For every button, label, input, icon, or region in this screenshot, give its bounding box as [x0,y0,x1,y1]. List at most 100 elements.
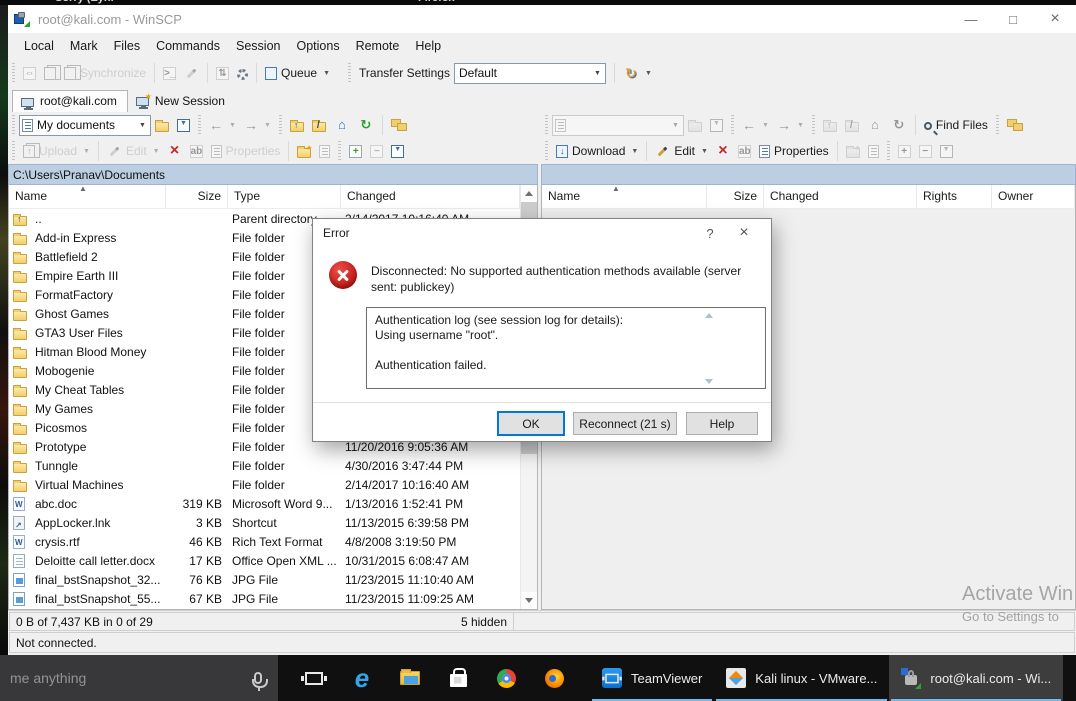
preferences-button[interactable] [233,65,252,82]
reconnect-button[interactable]: Reconnect (21 s) [573,412,677,435]
menu-options[interactable]: Options [288,35,347,57]
remote-directory-select[interactable]: ▼ [552,115,684,136]
taskbar-app-teamviewer[interactable]: TeamViewer [590,655,714,701]
file-row[interactable]: final_bstSnapshot_55...67 KBJPG File11/2… [9,589,520,608]
local-refresh-button[interactable]: ↻ [354,115,378,135]
remote-select-button[interactable]: + [894,142,915,160]
menu-commands[interactable]: Commands [148,35,228,57]
download-button[interactable]: Download▼ [552,142,642,160]
local-properties-button[interactable]: Properties [207,142,285,160]
file-row[interactable]: abc.doc319 KBMicrosoft Word 9...1/13/201… [9,494,520,513]
column-header-name[interactable]: Name ▲ [9,185,166,208]
file-row[interactable]: TunngleFile folder4/30/2016 3:47:44 PM [9,456,520,475]
local-open-directory-button[interactable] [151,116,173,134]
local-new-folder-button[interactable] [293,142,315,160]
dialog-help-icon[interactable]: ? [693,226,727,241]
toolbar-grip[interactable] [12,63,15,83]
close-button[interactable]: × [1034,5,1076,33]
local-root-directory-button[interactable] [308,116,330,134]
local-tree-button[interactable] [387,116,411,134]
maximize-button[interactable]: □ [992,5,1034,33]
upload-button[interactable]: Upload▼ [19,142,94,160]
remote-unselect-button[interactable]: − [915,142,936,160]
column-header-changed[interactable]: Changed [764,185,917,208]
edge-button[interactable]: e [338,655,386,701]
taskbar-app-vmware[interactable]: Kali linux - VMware... [714,655,889,701]
remote-new-file-button[interactable] [864,142,883,160]
firefox-button[interactable] [530,655,578,701]
transfer-settings-select[interactable]: Default ▼ [454,63,606,84]
dialog-close-icon[interactable]: × [727,224,761,242]
remote-root-directory-button[interactable] [841,116,863,134]
local-filter-button[interactable] [173,116,194,134]
remote-rename-button[interactable]: ab [734,142,755,160]
remote-forward-button[interactable]: →▼ [773,115,808,135]
local-unselect-button[interactable]: − [366,142,387,160]
hidden-files-count[interactable]: 5 hidden [461,615,507,629]
remote-back-button[interactable]: ←▼ [738,115,773,135]
local-select-button[interactable]: + [345,142,366,160]
scroll-down-arrow[interactable] [521,592,537,609]
menu-mark[interactable]: Mark [62,35,106,57]
file-row[interactable]: Virtual MachinesFile folder2/14/2017 10:… [9,475,520,494]
column-header-changed[interactable]: Changed [341,185,520,208]
column-header-size[interactable]: Size [707,185,764,208]
menu-help[interactable]: Help [407,35,449,57]
remote-parent-directory-button[interactable] [819,116,841,134]
dock-button[interactable]: ⇔ [19,64,40,82]
synchronize-button[interactable]: Synchronize [60,64,150,82]
local-forward-button[interactable]: →▼ [240,115,275,135]
local-edit-button[interactable]: Edit▼ [103,142,164,161]
file-explorer-button[interactable] [386,655,434,701]
taskbar-app-winscp[interactable]: root@kali.com - Wi... [889,655,1063,701]
find-files-button[interactable]: Find Files [920,116,992,134]
remote-delete-button[interactable]: × [712,141,734,161]
log-scroll-up-icon[interactable] [705,313,713,318]
column-header-owner[interactable]: Owner [992,185,1075,208]
remote-filter-button[interactable] [706,116,727,134]
local-new-file-button[interactable] [315,142,334,160]
file-row[interactable]: AppLocker.lnk3 KBShortcut11/13/2015 6:39… [9,513,520,532]
remote-properties-button[interactable]: Properties [755,142,833,160]
new-session-tab[interactable]: New Session [128,90,235,112]
local-drive-select[interactable]: My documents ▼ [19,115,151,136]
file-row[interactable]: final_bstSnapshot_32...76 KBJPG File11/2… [9,570,520,589]
menu-session[interactable]: Session [228,35,288,57]
remote-refresh-button[interactable]: ↻ [887,115,911,135]
menu-remote[interactable]: Remote [348,35,408,57]
store-button[interactable] [434,655,482,701]
toolbar-grip[interactable] [348,63,351,83]
file-row[interactable]: Deloitte call letter.docx17 KBOffice Ope… [9,551,520,570]
remote-tree-button[interactable] [1003,116,1027,134]
remote-selection-filter-button[interactable] [936,142,957,160]
help-button[interactable]: Help [686,412,758,435]
microphone-icon[interactable] [254,672,262,684]
local-parent-directory-button[interactable] [286,116,308,134]
chrome-button[interactable] [482,655,530,701]
queue-button[interactable]: Queue ▼ [261,64,334,82]
refresh-remote-button[interactable]: ⇅ [212,64,233,82]
compare-directories-button[interactable] [40,64,60,82]
console-button[interactable]: >_ [159,64,180,82]
menu-files[interactable]: Files [106,35,148,57]
remote-path-bar[interactable] [541,164,1076,185]
task-view-button[interactable] [290,655,338,701]
transfer-options-button[interactable]: ↻ ▼ [619,63,656,84]
column-header-rights[interactable]: Rights [917,185,992,208]
local-delete-button[interactable]: × [164,141,186,161]
local-path-bar[interactable]: C:\Users\Pranav\Documents [8,164,538,185]
log-scroll-down-icon[interactable] [705,379,713,384]
ok-button[interactable]: OK [498,412,564,435]
local-back-button[interactable]: ←▼ [205,115,240,135]
column-header-type[interactable]: Type [228,185,341,208]
taskbar-search-box[interactable]: me anything [0,655,278,701]
scroll-up-arrow[interactable] [521,185,537,202]
column-header-size[interactable]: Size [166,185,228,208]
file-row[interactable]: crysis.rtf46 KBRich Text Format4/8/2008 … [9,532,520,551]
column-header-name[interactable]: Name ▲ [542,185,707,208]
remote-open-directory-button[interactable] [684,116,706,134]
local-selection-filter-button[interactable] [387,142,408,160]
minimize-button[interactable]: — [950,5,992,33]
local-home-button[interactable]: ⌂ [330,115,354,135]
remote-edit-button[interactable]: Edit▼ [651,142,712,161]
